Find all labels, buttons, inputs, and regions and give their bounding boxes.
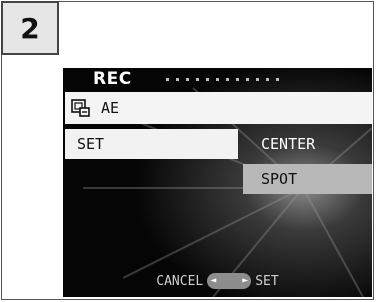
- step-number: 2: [20, 11, 40, 45]
- set-hint-label: SET: [255, 273, 279, 289]
- rec-title: REC: [93, 69, 132, 89]
- page-indicator-dots: [165, 77, 279, 81]
- left-arrow-icon: ◄: [210, 275, 217, 286]
- camera-lcd-screen: REC AE SET CENTER SPOT CANCEL ◄ ► SET: [63, 68, 372, 297]
- menu-item-ae[interactable]: AE: [65, 92, 372, 124]
- menu-item-set-label: SET: [77, 135, 105, 153]
- button-hint-bar: CANCEL ◄ ► SET: [63, 270, 372, 292]
- left-right-pad-icon: ◄ ►: [207, 273, 252, 289]
- cancel-hint-label: CANCEL: [156, 273, 204, 289]
- option-spot[interactable]: SPOT: [243, 164, 372, 194]
- option-spot-label: SPOT: [261, 170, 298, 188]
- camera-mode-icon: [71, 99, 90, 117]
- menu-item-ae-label: AE: [101, 99, 120, 117]
- option-center-label: CENTER: [261, 135, 316, 153]
- option-center[interactable]: CENTER: [243, 129, 372, 159]
- menu-item-set[interactable]: SET: [65, 129, 238, 159]
- rec-header: REC: [63, 68, 372, 90]
- step-number-box: 2: [1, 1, 59, 55]
- right-arrow-icon: ►: [242, 275, 249, 286]
